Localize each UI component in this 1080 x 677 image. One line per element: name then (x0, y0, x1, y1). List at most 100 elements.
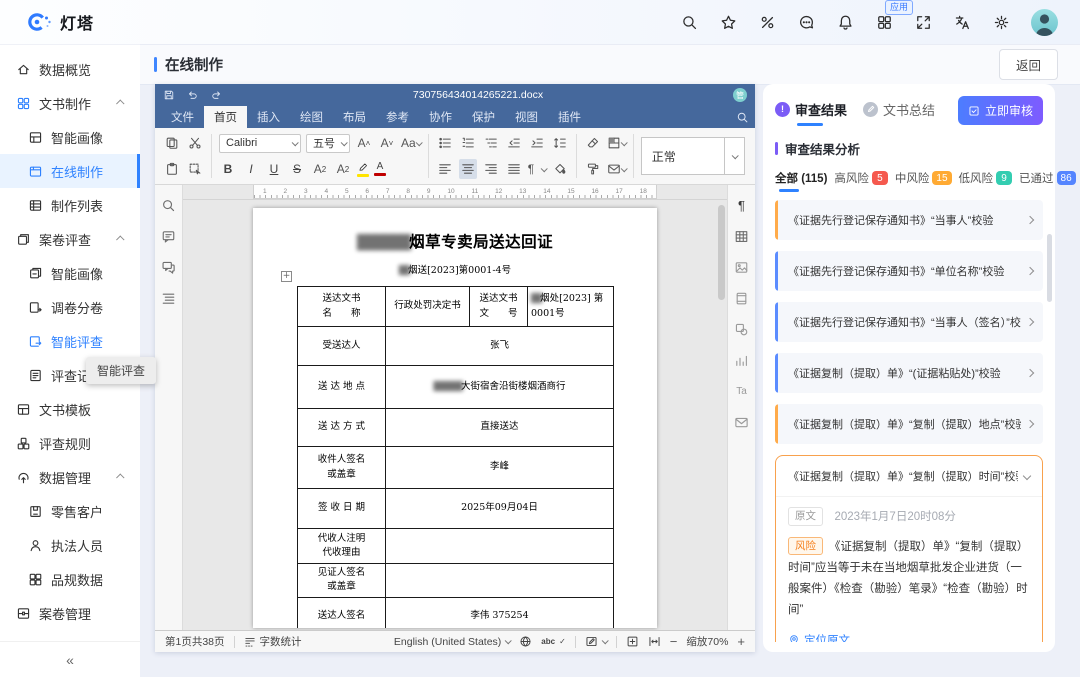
line-spacing-button[interactable] (551, 133, 569, 153)
sidebar-item-smart-portrait-doc[interactable]: 智能画像 (0, 120, 140, 154)
tab-collaboration[interactable]: 协作 (419, 106, 462, 128)
table-cell-value[interactable]: ██████大街宿舍沿街楼烟酒商行 (386, 366, 614, 409)
table-cell-label[interactable]: 送达文书名 称 (298, 287, 386, 327)
sidebar-group-case-review[interactable]: 案卷评查 (0, 222, 140, 256)
spellcheck-button[interactable]: abc✓ (541, 637, 566, 646)
panel-scrollbar[interactable] (1047, 234, 1052, 302)
change-case-button[interactable]: Aa (401, 133, 421, 153)
format-painter-button[interactable] (584, 159, 602, 179)
paste-button[interactable] (163, 159, 181, 179)
font-size-select[interactable]: 五号 (306, 134, 350, 153)
copy-button[interactable] (163, 133, 181, 153)
decrease-indent-button[interactable] (505, 133, 523, 153)
increase-font-button[interactable]: A˄ (355, 133, 373, 153)
shape-settings-icon[interactable] (733, 321, 751, 337)
table-cell-label[interactable]: 送 达 方 式 (298, 409, 386, 447)
zoom-in-button[interactable]: + (737, 635, 745, 648)
table-cell-label[interactable]: 见证人签名或盖章 (298, 564, 386, 598)
comments-icon[interactable] (160, 228, 178, 244)
clear-style-button[interactable] (584, 133, 602, 153)
sidebar-item-spec-data[interactable]: 品规数据 (0, 562, 140, 596)
font-name-select[interactable]: Calibri (219, 134, 301, 153)
table-cell-value[interactable]: 张飞 (386, 327, 614, 366)
font-color-button[interactable]: A (374, 159, 386, 179)
track-changes-button[interactable] (585, 635, 607, 648)
sidebar-item-law-enforcers[interactable]: 执法人员 (0, 528, 140, 562)
table-cell-label[interactable]: 签 收 日 期 (298, 489, 386, 529)
tab-document-summary[interactable]: 文书总结 (863, 100, 935, 126)
review-result-item[interactable]: 《证据先行登记保存通知书》“当事人（签名）”校验 (775, 302, 1043, 342)
table-cell-label[interactable]: 代收人注明代收理由 (298, 529, 386, 564)
underline-button[interactable]: U (265, 159, 283, 179)
align-right-button[interactable] (482, 159, 500, 179)
apps-grid-icon[interactable]: 应用 (875, 13, 893, 31)
table-cell-label[interactable]: 受送达人 (298, 327, 386, 366)
table-cell-value[interactable]: 直接送达 (386, 409, 614, 447)
header-footer-settings-icon[interactable] (733, 290, 751, 306)
multilevel-list-button[interactable] (482, 133, 500, 153)
align-left-button[interactable] (436, 159, 454, 179)
document-language-icon[interactable] (519, 635, 532, 648)
sidebar-item-creation-list[interactable]: 制作列表 (0, 188, 140, 222)
chat-icon[interactable] (160, 259, 178, 275)
chart-settings-icon[interactable] (733, 352, 751, 368)
editor-search-icon[interactable] (736, 106, 749, 128)
align-center-button[interactable] (459, 159, 477, 179)
image-settings-icon[interactable] (733, 259, 751, 275)
tab-draw[interactable]: 绘图 (290, 106, 333, 128)
sidebar-item-doc-templates[interactable]: 文书模板 (0, 392, 140, 426)
page-indicator[interactable]: 第1页共38页 (165, 634, 225, 649)
select-all-button[interactable] (186, 159, 204, 179)
back-button[interactable]: 返回 (999, 49, 1058, 80)
filter-high-risk[interactable]: 高风险5 (834, 170, 888, 192)
tab-protection[interactable]: 保护 (462, 106, 505, 128)
tab-home[interactable]: 首页 (204, 106, 247, 128)
filter-low-risk[interactable]: 低风险9 (959, 170, 1013, 192)
table-cell-label[interactable]: 收件人签名或盖章 (298, 447, 386, 489)
tab-file[interactable]: 文件 (161, 106, 204, 128)
review-result-item[interactable]: 《证据先行登记保存通知书》“单位名称”校验 (775, 251, 1043, 291)
percent-icon[interactable] (758, 13, 776, 31)
headings-icon[interactable] (160, 290, 178, 306)
table-cell-value[interactable]: 李峰 (386, 447, 614, 489)
sidebar-item-smart-portrait-case[interactable]: 智能画像 (0, 256, 140, 290)
document-scrollbar[interactable] (718, 205, 725, 300)
word-count-button[interactable]: 字数统计 (244, 634, 302, 649)
translate-icon[interactable] (953, 13, 971, 31)
tab-view[interactable]: 视图 (505, 106, 548, 128)
sidebar-item-data-overview[interactable]: 数据概览 (0, 52, 140, 86)
strikethrough-button[interactable]: S (288, 159, 306, 179)
table-move-handle[interactable]: + (281, 271, 292, 282)
paragraph-settings-icon[interactable]: ¶ (733, 197, 751, 213)
table-cell-label[interactable]: 送达人签名 (298, 597, 386, 628)
table-cell-value[interactable]: 李伟 375254 (386, 597, 614, 628)
decrease-font-button[interactable]: A˅ (378, 133, 396, 153)
mail-merge-settings-icon[interactable] (733, 414, 751, 430)
highlight-color-button[interactable] (357, 159, 369, 179)
table-cell-value[interactable]: 2025年09月04日 (386, 489, 614, 529)
zoom-level[interactable]: 缩放70% (686, 634, 728, 649)
review-result-item[interactable]: 《证据复制（提取）单》“(证据粘贴处)”校验 (775, 353, 1043, 393)
notification-bell-icon[interactable] (836, 13, 854, 31)
undo-icon[interactable] (186, 89, 199, 101)
horizontal-ruler[interactable]: 123456789101112131415161718 (183, 185, 727, 200)
sidebar-group-document-creation[interactable]: 文书制作 (0, 86, 140, 120)
sidebar-item-retail-customers[interactable]: 零售客户 (0, 494, 140, 528)
settings-gear-icon[interactable] (992, 13, 1010, 31)
filter-all[interactable]: 全部 (115) (775, 170, 827, 192)
filter-passed[interactable]: 已通过86 (1019, 170, 1076, 192)
table-cell-value[interactable] (386, 529, 614, 564)
sidebar-item-volume-split[interactable]: 调卷分卷 (0, 290, 140, 324)
document-page[interactable]: ██████烟草专卖局送达回证 ██烟送[2023]第0001-4号 + 送达文… (253, 208, 657, 628)
paragraph-marks-button[interactable]: ¶ (528, 159, 546, 179)
star-icon[interactable] (719, 13, 737, 31)
superscript-button[interactable]: A2 (311, 159, 329, 179)
locate-original-link[interactable]: 定位原文 (788, 632, 1030, 642)
review-now-button[interactable]: 立即审核 (958, 96, 1043, 125)
numbered-list-button[interactable] (459, 133, 477, 153)
italic-button[interactable]: I (242, 159, 260, 179)
tab-plugins[interactable]: 插件 (548, 106, 591, 128)
tab-insert[interactable]: 插入 (247, 106, 290, 128)
fit-width-button[interactable] (648, 635, 661, 648)
sidebar-item-case-management[interactable]: 案卷管理 (0, 596, 140, 630)
